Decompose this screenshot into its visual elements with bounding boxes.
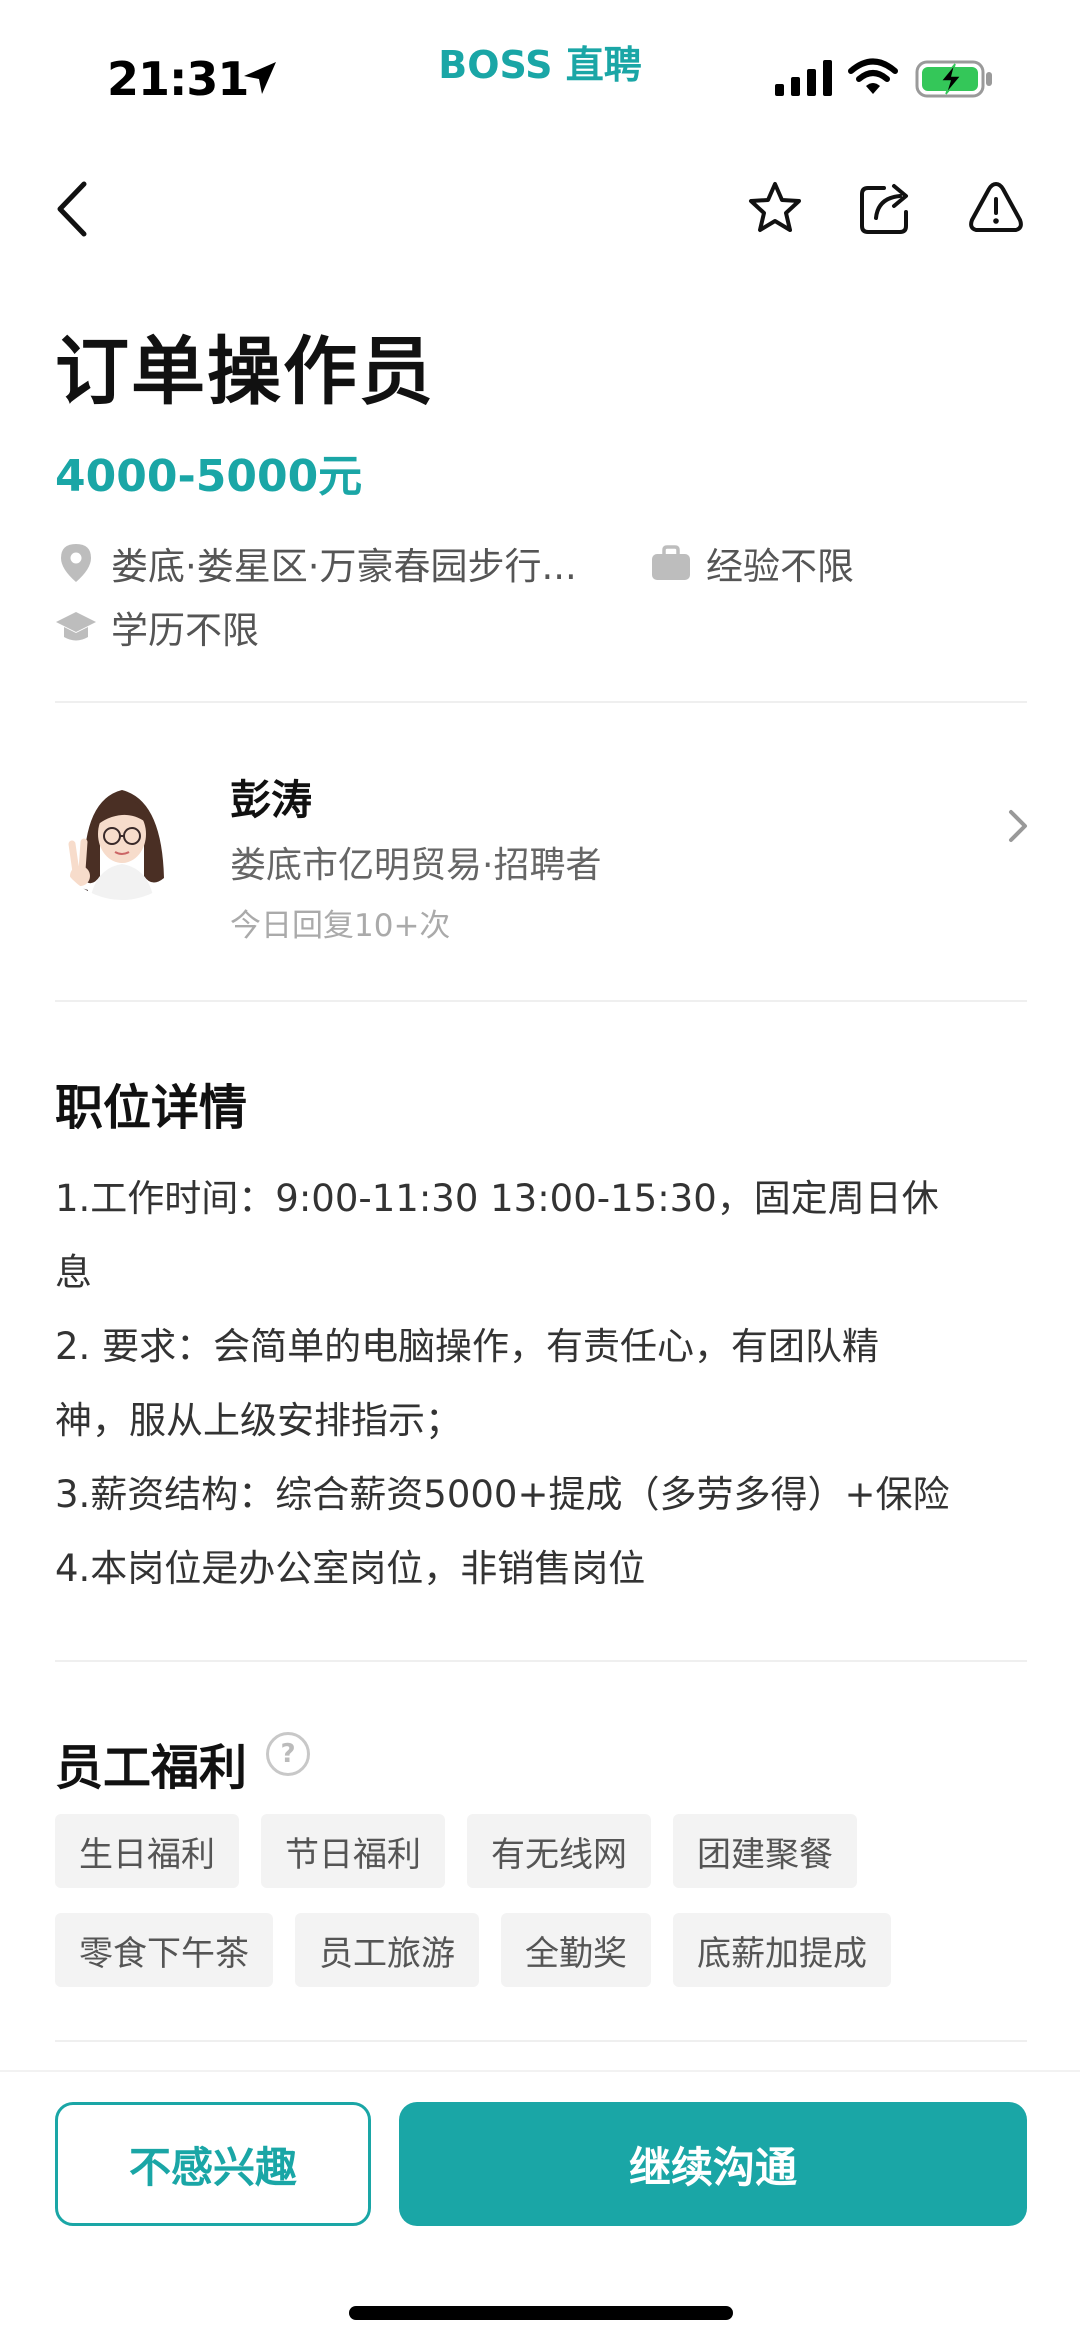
job-description: 1.工作时间：9:00-11:30 13:00-15:30，固定周日休 息 2.… [55,1162,1040,1606]
description-line: 1.工作时间：9:00-11:30 13:00-15:30，固定周日休 [55,1177,939,1220]
recruiter-company: 娄底市亿明贸易·招聘者 [230,845,602,886]
salary: 4000-5000元 [55,451,363,502]
section-title-details: 职位详情 [55,1080,248,1136]
recruiter-avatar[interactable] [52,760,192,900]
benefit-tag: 零食下午茶 [55,1913,273,1987]
location-row[interactable]: 娄底·娄星区·万豪春园步行... [55,536,577,590]
divider [55,2040,1027,2042]
recruiter-reply-rate: 今日回复10+次 [230,908,451,944]
divider [55,1660,1027,1662]
home-indicator[interactable] [349,2306,733,2320]
wifi-icon [848,58,898,94]
not-interested-button[interactable]: 不感兴趣 [55,2102,371,2226]
description-line: 神，服从上级安排指示； [55,1399,462,1442]
benefit-tag: 团建聚餐 [673,1814,857,1888]
benefit-tag: 底薪加提成 [673,1913,891,1987]
recruiter-name[interactable]: 彭涛 [230,766,312,826]
benefit-tag: 员工旅游 [295,1913,479,1987]
experience-text: 经验不限 [706,545,854,588]
description-line: 息 [55,1251,92,1294]
divider [55,701,1027,703]
description-line: 4.本岗位是办公室岗位，非销售岗位 [55,1547,646,1590]
benefit-tags-row: 生日福利 节日福利 有无线网 团建聚餐 [55,1814,1040,1888]
continue-chat-button[interactable]: 继续沟通 [399,2102,1027,2226]
benefit-tags-row: 零食下午茶 员工旅游 全勤奖 底薪加提成 [55,1913,1040,1987]
divider [55,1000,1027,1002]
job-title: 订单操作员 [55,329,435,415]
location-pin-icon [55,542,97,584]
report-icon[interactable] [966,178,1026,238]
battery-charging-icon [915,60,992,98]
section-title-benefits: 员工福利 [55,1740,248,1796]
graduation-cap-icon [55,606,97,648]
chevron-right-icon[interactable] [1005,806,1031,846]
benefit-tag: 有无线网 [467,1814,651,1888]
help-icon[interactable]: ? [266,1732,310,1776]
location-text: 娄底·娄星区·万豪春园步行... [111,545,577,588]
share-icon[interactable] [856,178,916,238]
experience-row: 经验不限 [650,536,854,590]
star-icon[interactable] [745,178,805,238]
benefit-tag: 全勤奖 [501,1913,651,1987]
education-text: 学历不限 [111,609,259,652]
status-bar: 21:31 BOSS 直聘 [0,0,1080,150]
back-icon[interactable] [50,178,94,240]
benefit-tag: 生日福利 [55,1814,239,1888]
job-detail-page: 21:31 BOSS 直聘 订单操作员 4000-5000元 娄底·娄星区·万豪… [0,0,1080,2341]
description-line: 2. 要求：会简单的电脑操作，有责任心，有团队精 [55,1325,880,1368]
briefcase-icon [650,542,692,584]
description-line: 3.薪资结构：综合薪资5000+提成（多劳多得）+保险 [55,1473,950,1516]
benefit-tag: 节日福利 [261,1814,445,1888]
education-row: 学历不限 [55,600,259,654]
signal-icon [775,60,832,96]
